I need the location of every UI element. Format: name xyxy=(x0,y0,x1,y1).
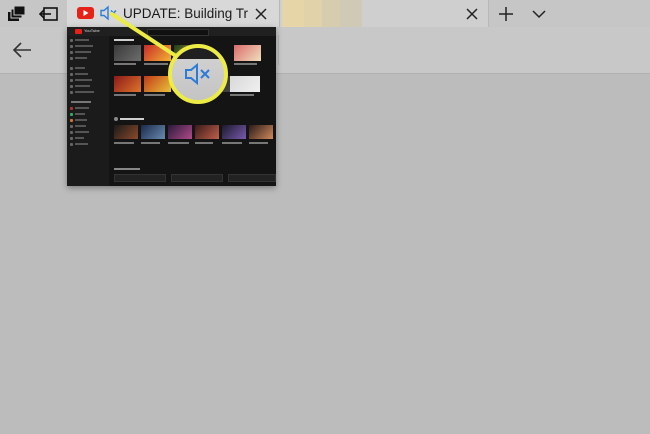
muted-speaker-icon xyxy=(184,62,214,86)
callout-magnifier xyxy=(168,44,228,104)
callout-pointer-line xyxy=(110,12,178,58)
